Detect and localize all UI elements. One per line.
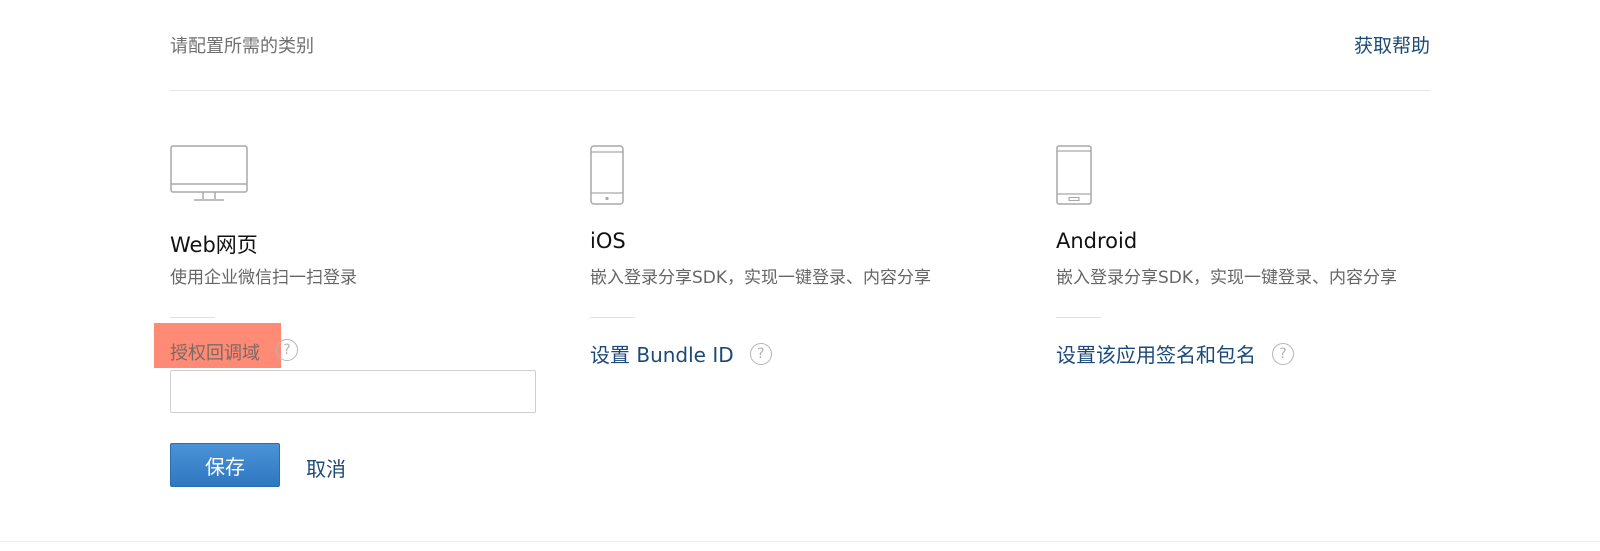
get-help-link[interactable]: 获取帮助	[1354, 31, 1430, 58]
monitor-icon	[170, 145, 248, 201]
header: 请配置所需的类别 获取帮助	[170, 0, 1430, 91]
page-title: 请配置所需的类别	[170, 36, 314, 57]
ios-platform-description: 嵌入登录分享SDK，实现一键登录、内容分享	[590, 268, 932, 288]
ios-platform-name: iOS	[590, 229, 626, 253]
callback-domain-input[interactable]	[170, 370, 536, 413]
android-setting-row: 设置该应用签名和包名 ?	[1056, 339, 1294, 368]
divider	[170, 317, 215, 318]
iphone-icon	[590, 145, 624, 205]
divider	[590, 317, 635, 318]
android-platform-name: Android	[1056, 229, 1138, 253]
callback-domain-label: 授权回调域	[170, 343, 260, 364]
android-platform-column: Android 嵌入登录分享SDK，实现一键登录、内容分享 设置该应用签名和包名…	[1056, 143, 1397, 367]
web-platform-column: Web网页 使用企业微信扫一扫登录 授权回调域 ? 保存 取消	[154, 143, 536, 487]
page: 请配置所需的类别 获取帮助 Web网页 使用企业微信扫一扫登录 授权回调域 ? …	[0, 0, 1600, 551]
cancel-link[interactable]: 取消	[306, 453, 346, 482]
android-platform-description: 嵌入登录分享SDK，实现一键登录、内容分享	[1056, 268, 1398, 288]
web-platform-description: 使用企业微信扫一扫登录	[170, 268, 357, 288]
ios-platform-column: iOS 嵌入登录分享SDK，实现一键登录、内容分享 设置 Bundle ID ?	[590, 143, 931, 367]
callback-domain-help-icon[interactable]: ?	[276, 339, 298, 361]
divider	[1056, 317, 1101, 318]
web-platform-name: Web网页	[170, 233, 258, 257]
ios-setting-row: 设置 Bundle ID ?	[590, 339, 772, 368]
set-bundle-id-link[interactable]: 设置 Bundle ID	[590, 339, 734, 368]
signature-help-icon[interactable]: ?	[1272, 342, 1294, 365]
android-phone-icon	[1056, 145, 1092, 205]
set-signature-package-link[interactable]: 设置该应用签名和包名	[1056, 339, 1256, 368]
bundle-id-help-icon[interactable]: ?	[749, 342, 772, 365]
bottom-divider	[0, 541, 1600, 542]
save-button[interactable]: 保存	[170, 443, 280, 487]
